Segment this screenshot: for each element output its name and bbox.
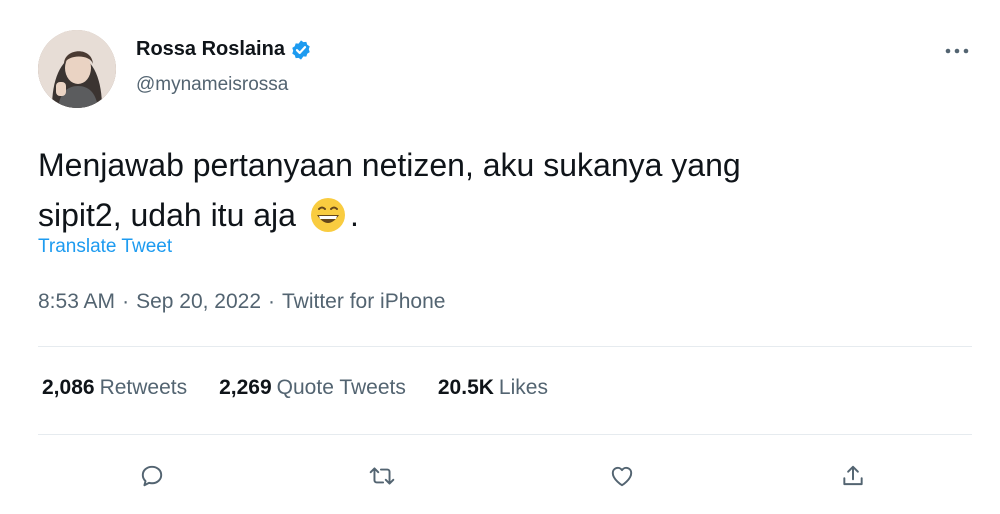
reply-icon bbox=[141, 465, 163, 487]
tweet-text-period: . bbox=[349, 197, 359, 233]
more-options-icon[interactable] bbox=[936, 36, 978, 66]
user-handle[interactable]: @mynameisrossa bbox=[136, 74, 288, 96]
tweet-source[interactable]: Twitter for iPhone bbox=[282, 290, 445, 314]
engagement-stats: 2,086 Retweets 2,269 Quote Tweets 20.5K … bbox=[42, 376, 580, 400]
verified-badge-icon bbox=[290, 39, 312, 61]
retweets-stat[interactable]: 2,086 Retweets bbox=[42, 376, 187, 400]
reply-button[interactable] bbox=[132, 456, 172, 496]
tweet-text-line-1: Menjawab pertanyaan netizen, aku sukanya… bbox=[38, 147, 741, 183]
tweet-text-line-2-content: sipit2, udah itu aja bbox=[38, 197, 296, 233]
meta-separator: · bbox=[122, 290, 130, 313]
share-icon bbox=[843, 465, 863, 486]
divider bbox=[38, 434, 972, 435]
retweet-icon bbox=[369, 467, 395, 485]
action-bar bbox=[0, 456, 1000, 496]
grinning-face-icon bbox=[310, 197, 346, 233]
retweets-count: 2,086 bbox=[42, 376, 95, 399]
avatar-image bbox=[38, 30, 116, 108]
likes-stat[interactable]: 20.5K Likes bbox=[438, 376, 548, 400]
retweet-button[interactable] bbox=[362, 456, 402, 496]
quote-tweets-count: 2,269 bbox=[219, 376, 272, 399]
display-name[interactable]: Rossa Roslaina bbox=[136, 38, 285, 61]
tweet-date[interactable]: Sep 20, 2022 bbox=[136, 290, 261, 314]
quote-tweets-label: Quote Tweets bbox=[276, 376, 406, 399]
tweet-text: Menjawab pertanyaan netizen, aku sukanya… bbox=[38, 140, 938, 240]
likes-label: Likes bbox=[498, 376, 548, 399]
translate-tweet-link[interactable]: Translate Tweet bbox=[38, 236, 172, 258]
name-row: Rossa Roslaina bbox=[136, 38, 312, 61]
likes-count: 20.5K bbox=[437, 376, 494, 399]
like-button[interactable] bbox=[602, 456, 642, 496]
divider bbox=[38, 346, 972, 347]
heart-icon bbox=[611, 466, 633, 487]
tweet-time[interactable]: 8:53 AM bbox=[38, 290, 115, 314]
tweet-metadata: 8:53 AM · Sep 20, 2022 · Twitter for iPh… bbox=[38, 290, 445, 314]
tweet-card: Rossa Roslaina @mynameisrossa Menjawab p… bbox=[0, 0, 1000, 514]
share-button[interactable] bbox=[833, 456, 873, 496]
avatar[interactable] bbox=[38, 30, 116, 108]
retweets-label: Retweets bbox=[99, 376, 188, 399]
quote-tweets-stat[interactable]: 2,269 Quote Tweets bbox=[219, 376, 406, 400]
tweet-text-line-2: sipit2, udah itu aja . bbox=[38, 190, 938, 240]
meta-separator: · bbox=[268, 290, 276, 313]
